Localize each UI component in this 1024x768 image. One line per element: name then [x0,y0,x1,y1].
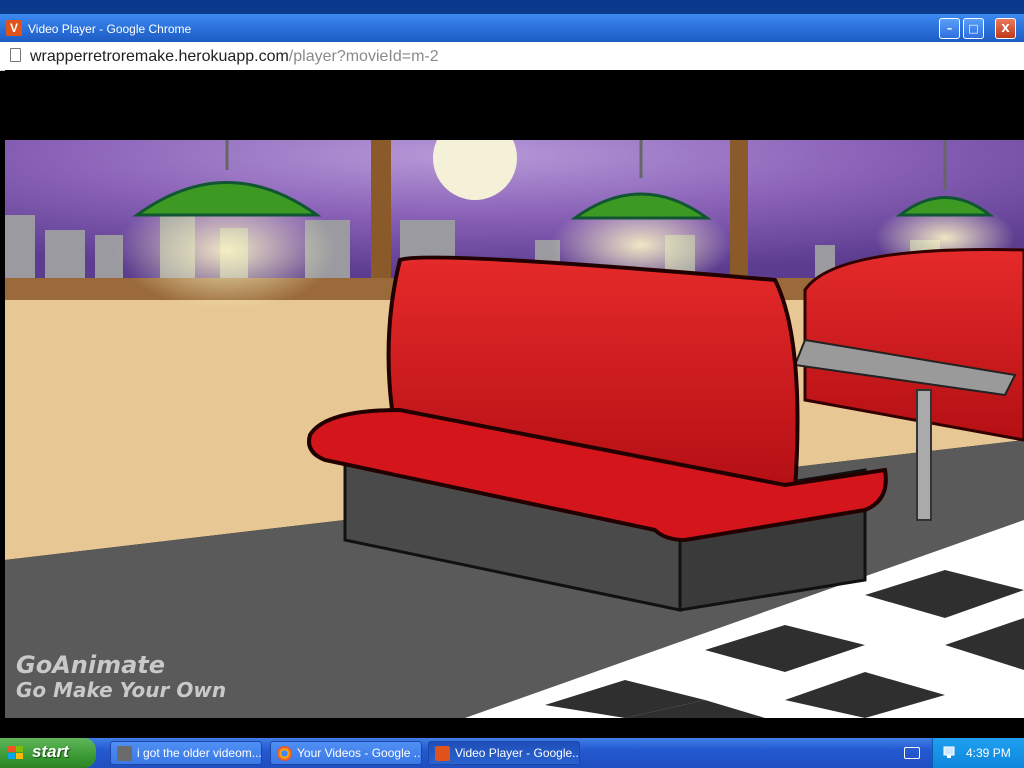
chrome-icon [277,746,292,761]
url-host: wrapperretroremake.herokuapp.com [30,48,289,65]
windows-logo-icon [8,746,23,759]
maximize-button[interactable]: □ [963,18,984,39]
watermark-logo: GoAnimate [16,651,166,679]
taskbar-task-2[interactable]: Your Videos - Google ... [270,741,422,765]
taskbar-task-1[interactable]: i got the older videom... [110,741,262,765]
task-label: i got the older videom... [137,746,262,760]
network-icon[interactable] [942,745,958,761]
taskbar-task-3[interactable]: Video Player - Google... [428,741,580,765]
videoplayer-icon [435,746,450,761]
window-frame-left [371,140,391,300]
goanimate-watermark: GoAnimate Go Make Your Own [16,652,226,702]
url-path: /player?movieId=m-2 [288,48,439,65]
video-frame [5,140,1024,718]
minimize-button[interactable]: – [939,18,960,39]
app-icon: V [6,20,22,36]
raccoon-icon [117,746,132,761]
start-label: start [32,742,69,761]
clock: 4:39 PM [966,746,1011,760]
window-title: Video Player - Google Chrome [28,22,192,36]
video-player[interactable]: GoAnimate Go Make Your Own [5,70,1024,722]
url-text[interactable]: wrapperretroremake.herokuapp.com/player?… [30,46,439,68]
task-label: Video Player - Google... [455,746,580,760]
page-icon [10,48,21,62]
background-window-edge [0,0,1024,14]
watermark-tagline: Go Make Your Own [16,678,227,702]
table-leg [916,389,932,521]
task-label: Your Videos - Google ... [297,746,422,760]
close-button[interactable]: X [995,18,1016,39]
keyboard-icon[interactable] [904,747,920,759]
